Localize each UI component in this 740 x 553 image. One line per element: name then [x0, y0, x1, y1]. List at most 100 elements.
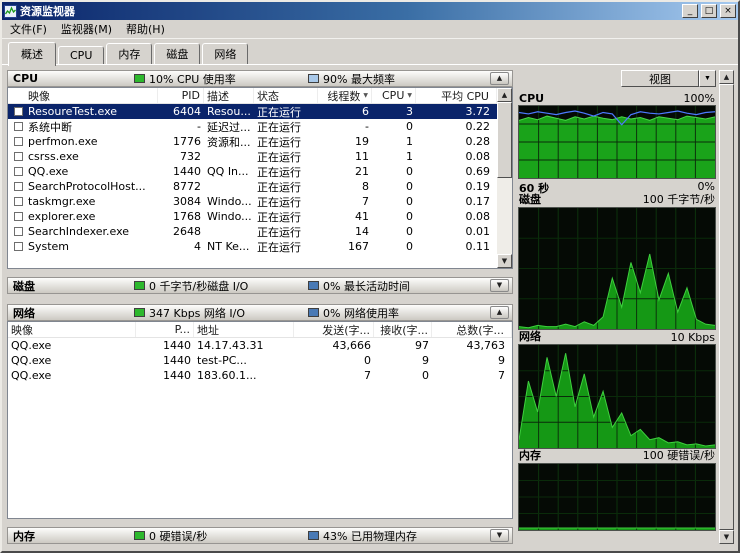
row-checkbox[interactable] — [14, 152, 23, 161]
menu-monitor[interactable]: 监视器(M) — [54, 19, 119, 39]
disk-section-header[interactable]: 磁盘 0 千字节/秒磁盘 I/O 0% 最长活动时间 ▼ — [7, 277, 513, 294]
panel-scrollbar[interactable]: ▲ ▼ — [719, 70, 734, 544]
table-row[interactable]: explorer.exe 1768 Windo... 正在运行 41 0 0.0… — [8, 209, 497, 224]
cell-pid: 1768 — [158, 209, 204, 224]
minimize-button[interactable]: _ — [682, 4, 698, 18]
row-checkbox[interactable] — [14, 122, 23, 131]
network-section-header[interactable]: 网络 347 Kbps 网络 I/O 0% 网络使用率 ▲ — [7, 304, 513, 321]
tab-network[interactable]: 网络 — [202, 43, 248, 64]
menu-file[interactable]: 文件(F) — [3, 19, 54, 39]
row-checkbox[interactable] — [14, 212, 23, 221]
network-collapse-button[interactable]: ▲ — [490, 306, 509, 319]
minimize-icon: _ — [688, 6, 693, 16]
maximize-button[interactable]: □ — [701, 4, 717, 18]
cell-image: SearchIndexer.exe — [8, 224, 158, 239]
table-row[interactable]: QQ.exe 1440 14.17.43.31 43,666 97 43,763 — [8, 338, 512, 353]
app-icon — [4, 5, 17, 18]
cell-image: System — [8, 239, 158, 254]
cell-sent: 0 — [294, 353, 374, 368]
table-row[interactable]: ResoureTest.exe 6404 Resou... 正在运行 6 3 3… — [8, 104, 497, 119]
tab-overview[interactable]: 概述 — [8, 42, 56, 66]
tab-disk[interactable]: 磁盘 — [154, 43, 200, 64]
cell-image: perfmon.exe — [8, 134, 158, 149]
table-row[interactable]: QQ.exe 1440 QQ In... 正在运行 21 0 0.69 — [8, 164, 497, 179]
column-header-total[interactable]: 总数(字... — [432, 322, 512, 337]
disk-expand-button[interactable]: ▼ — [490, 279, 509, 292]
cell-pid: 1776 — [158, 134, 204, 149]
memory-section-header[interactable]: 内存 0 硬错误/秒 43% 已用物理内存 ▼ — [7, 527, 513, 544]
window-title: 资源监视器 — [20, 3, 679, 19]
maximize-icon: □ — [705, 6, 714, 16]
table-row[interactable]: SearchIndexer.exe 2648 正在运行 14 0 0.01 — [8, 224, 497, 239]
row-checkbox[interactable] — [14, 227, 23, 236]
scrollbar-thumb[interactable] — [719, 84, 734, 530]
table-row[interactable]: System 4 NT Ke... 正在运行 167 0 0.11 — [8, 239, 497, 254]
cell-threads: - — [318, 119, 372, 134]
memory-expand-button[interactable]: ▼ — [490, 529, 509, 542]
chevron-down-icon: ▼ — [497, 282, 502, 289]
table-row[interactable]: SearchProtocolHost... 8772 正在运行 8 0 0.19 — [8, 179, 497, 194]
scrollbar-thumb[interactable] — [497, 102, 512, 178]
cell-pid: 4 — [158, 239, 204, 254]
view-dropdown-button[interactable]: ▼ — [699, 70, 716, 87]
disk-active-label: 0% 最长活动时间 — [323, 278, 410, 294]
menu-help[interactable]: 帮助(H) — [119, 19, 172, 39]
cpu-collapse-button[interactable]: ▲ — [490, 72, 509, 85]
scroll-up-icon[interactable]: ▲ — [497, 88, 512, 102]
scrollbar-track[interactable] — [497, 178, 512, 254]
row-checkbox[interactable] — [14, 182, 23, 191]
cpu-frequency-metric: 90% 最大频率 — [308, 71, 486, 87]
column-header-address[interactable]: 地址 — [194, 322, 294, 337]
column-header-avg-cpu[interactable]: 平均 CPU — [416, 88, 497, 103]
close-button[interactable]: × — [720, 4, 736, 18]
cell-avg-cpu: 0.08 — [416, 209, 497, 224]
column-header-image[interactable]: 映像 — [8, 322, 136, 337]
green-swatch-icon — [134, 531, 145, 540]
column-header-pid[interactable]: PID — [158, 88, 204, 103]
network-table-main: 映像 P... 地址 发送(字... 接收(字... 总数(字... QQ.ex… — [8, 322, 512, 518]
title-bar[interactable]: 资源监视器 _ □ × — [2, 2, 738, 20]
view-button[interactable]: 视图 — [621, 70, 699, 87]
cell-threads: 19 — [318, 134, 372, 149]
row-checkbox[interactable] — [14, 107, 23, 116]
tab-memory[interactable]: 内存 — [106, 43, 152, 64]
cell-avg-cpu: 0.17 — [416, 194, 497, 209]
column-header-threads[interactable]: 线程数▼ — [318, 88, 372, 103]
cell-sent: 43,666 — [294, 338, 374, 353]
table-row[interactable]: perfmon.exe 1776 资源和... 正在运行 19 1 0.28 — [8, 134, 497, 149]
cpu-table-main: 映像 PID 描述 状态 线程数▼ CPU▼ 平均 CPU ResoureTes… — [8, 88, 497, 268]
column-header-desc[interactable]: 描述 — [204, 88, 254, 103]
cpu-section-header[interactable]: CPU 10% CPU 使用率 90% 最大频率 ▲ — [7, 70, 513, 87]
row-checkbox[interactable] — [14, 197, 23, 206]
cpu-process-table: 映像 PID 描述 状态 线程数▼ CPU▼ 平均 CPU ResoureTes… — [7, 87, 513, 269]
cell-address: test-PC... — [194, 353, 294, 368]
scroll-up-icon[interactable]: ▲ — [719, 70, 734, 84]
row-checkbox[interactable] — [14, 242, 23, 251]
cell-cpu: 0 — [372, 239, 416, 254]
table-row[interactable]: 系统中断 - 延迟过... 正在运行 - 0 0.22 — [8, 119, 497, 134]
cell-cpu: 0 — [372, 194, 416, 209]
column-header-image[interactable]: 映像 — [8, 88, 158, 103]
row-checkbox[interactable] — [14, 167, 23, 176]
cell-pid: 1440 — [136, 353, 194, 368]
scroll-down-icon[interactable]: ▼ — [497, 254, 512, 268]
cell-cpu: 3 — [372, 104, 416, 119]
cpu-usage-label: 10% CPU 使用率 — [149, 71, 236, 87]
table-row[interactable]: QQ.exe 1440 183.60.1... 7 0 7 — [8, 368, 512, 383]
column-header-cpu[interactable]: CPU▼ — [372, 88, 416, 103]
table-row[interactable]: csrss.exe 732 正在运行 11 1 0.08 — [8, 149, 497, 164]
cpu-table-scrollbar[interactable]: ▲ ▼ — [497, 88, 512, 268]
column-header-status[interactable]: 状态 — [254, 88, 318, 103]
network-io-metric: 347 Kbps 网络 I/O — [134, 305, 308, 321]
table-row[interactable]: QQ.exe 1440 test-PC... 0 9 9 — [8, 353, 512, 368]
scroll-down-icon[interactable]: ▼ — [719, 530, 734, 544]
table-row[interactable]: taskmgr.exe 3084 Windo... 正在运行 7 0 0.17 — [8, 194, 497, 209]
row-checkbox[interactable] — [14, 137, 23, 146]
cell-avg-cpu: 0.19 — [416, 179, 497, 194]
graphs-panel: 视图 ▼ CPU 100% 60 秒 — [518, 70, 734, 544]
column-header-received[interactable]: 接收(字... — [374, 322, 432, 337]
column-header-pid[interactable]: P... — [136, 322, 194, 337]
tab-cpu[interactable]: CPU — [58, 46, 104, 64]
column-header-sent[interactable]: 发送(字... — [294, 322, 374, 337]
resource-monitor-window: 资源监视器 _ □ × 文件(F) 监视器(M) 帮助(H) 概述 CPU 内存… — [0, 0, 740, 553]
